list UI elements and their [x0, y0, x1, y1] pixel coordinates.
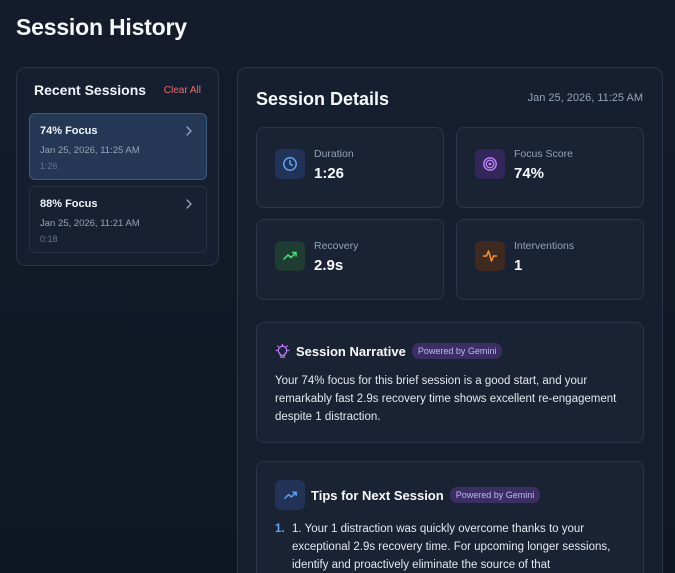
session-details-panel: Session Details Jan 25, 2026, 11:25 AM D… — [237, 67, 663, 573]
page-title: Session History — [16, 14, 187, 40]
lightbulb-icon — [275, 343, 290, 358]
narrative-text: Your 74% focus for this brief session is… — [275, 375, 617, 423]
tips-card: Tips for Next Session Powered by Gemini … — [256, 461, 644, 573]
stat-card-duration: Duration 1:26 — [256, 127, 444, 208]
tip-text: 1. Your 1 distraction was quickly overco… — [292, 523, 611, 571]
tips-title: Tips for Next Session — [311, 487, 444, 503]
stat-card-interventions: Interventions 1 — [456, 219, 644, 300]
activity-icon — [475, 241, 505, 271]
powered-by-badge: Powered by Gemini — [449, 487, 541, 503]
stat-label: Recovery — [314, 240, 359, 252]
stat-label: Interventions — [514, 240, 575, 252]
powered-by-badge: Powered by Gemini — [411, 343, 503, 359]
session-title: 74% Focus — [40, 125, 98, 137]
narrative-title: Session Narrative — [296, 343, 406, 359]
stat-value: 74% — [514, 165, 545, 182]
session-item[interactable]: 74% Focus Jan 25, 2026, 11:25 AM 1:26 — [29, 113, 207, 180]
stat-card-recovery: Recovery 2.9s — [256, 219, 444, 300]
chevron-right-icon — [186, 126, 192, 136]
session-date: Jan 25, 2026, 11:21 AM — [40, 218, 140, 229]
tip-number: 1. — [275, 523, 285, 535]
recent-sessions-panel: Recent Sessions Clear All 74% Focus Jan … — [16, 67, 219, 266]
session-date: Jan 25, 2026, 11:25 AM — [40, 145, 140, 156]
session-duration: 0:18 — [40, 234, 58, 244]
stat-value: 1 — [514, 257, 523, 274]
list-item: 1. 1. Your 1 distraction was quickly ove… — [275, 520, 627, 573]
target-icon — [475, 149, 505, 179]
trend-up-icon — [275, 480, 305, 510]
stat-label: Duration — [314, 148, 354, 160]
stat-card-focus-score: Focus Score 74% — [456, 127, 644, 208]
trend-up-icon — [275, 241, 305, 271]
session-details-date: Jan 25, 2026, 11:25 AM — [527, 92, 643, 104]
session-duration: 1:26 — [40, 161, 58, 171]
chevron-right-icon — [186, 199, 192, 209]
stat-value: 1:26 — [314, 165, 345, 182]
clear-all-button[interactable]: Clear All — [164, 85, 201, 96]
clock-icon — [275, 149, 305, 179]
stat-value: 2.9s — [314, 257, 344, 274]
session-item[interactable]: 88% Focus Jan 25, 2026, 11:21 AM 0:18 — [29, 186, 207, 253]
session-details-title: Session Details — [256, 89, 390, 109]
recent-sessions-title: Recent Sessions — [34, 82, 147, 98]
stat-label: Focus Score — [514, 148, 573, 160]
session-narrative-card: Session Narrative Powered by Gemini Your… — [256, 322, 644, 443]
session-title: 88% Focus — [40, 198, 98, 210]
